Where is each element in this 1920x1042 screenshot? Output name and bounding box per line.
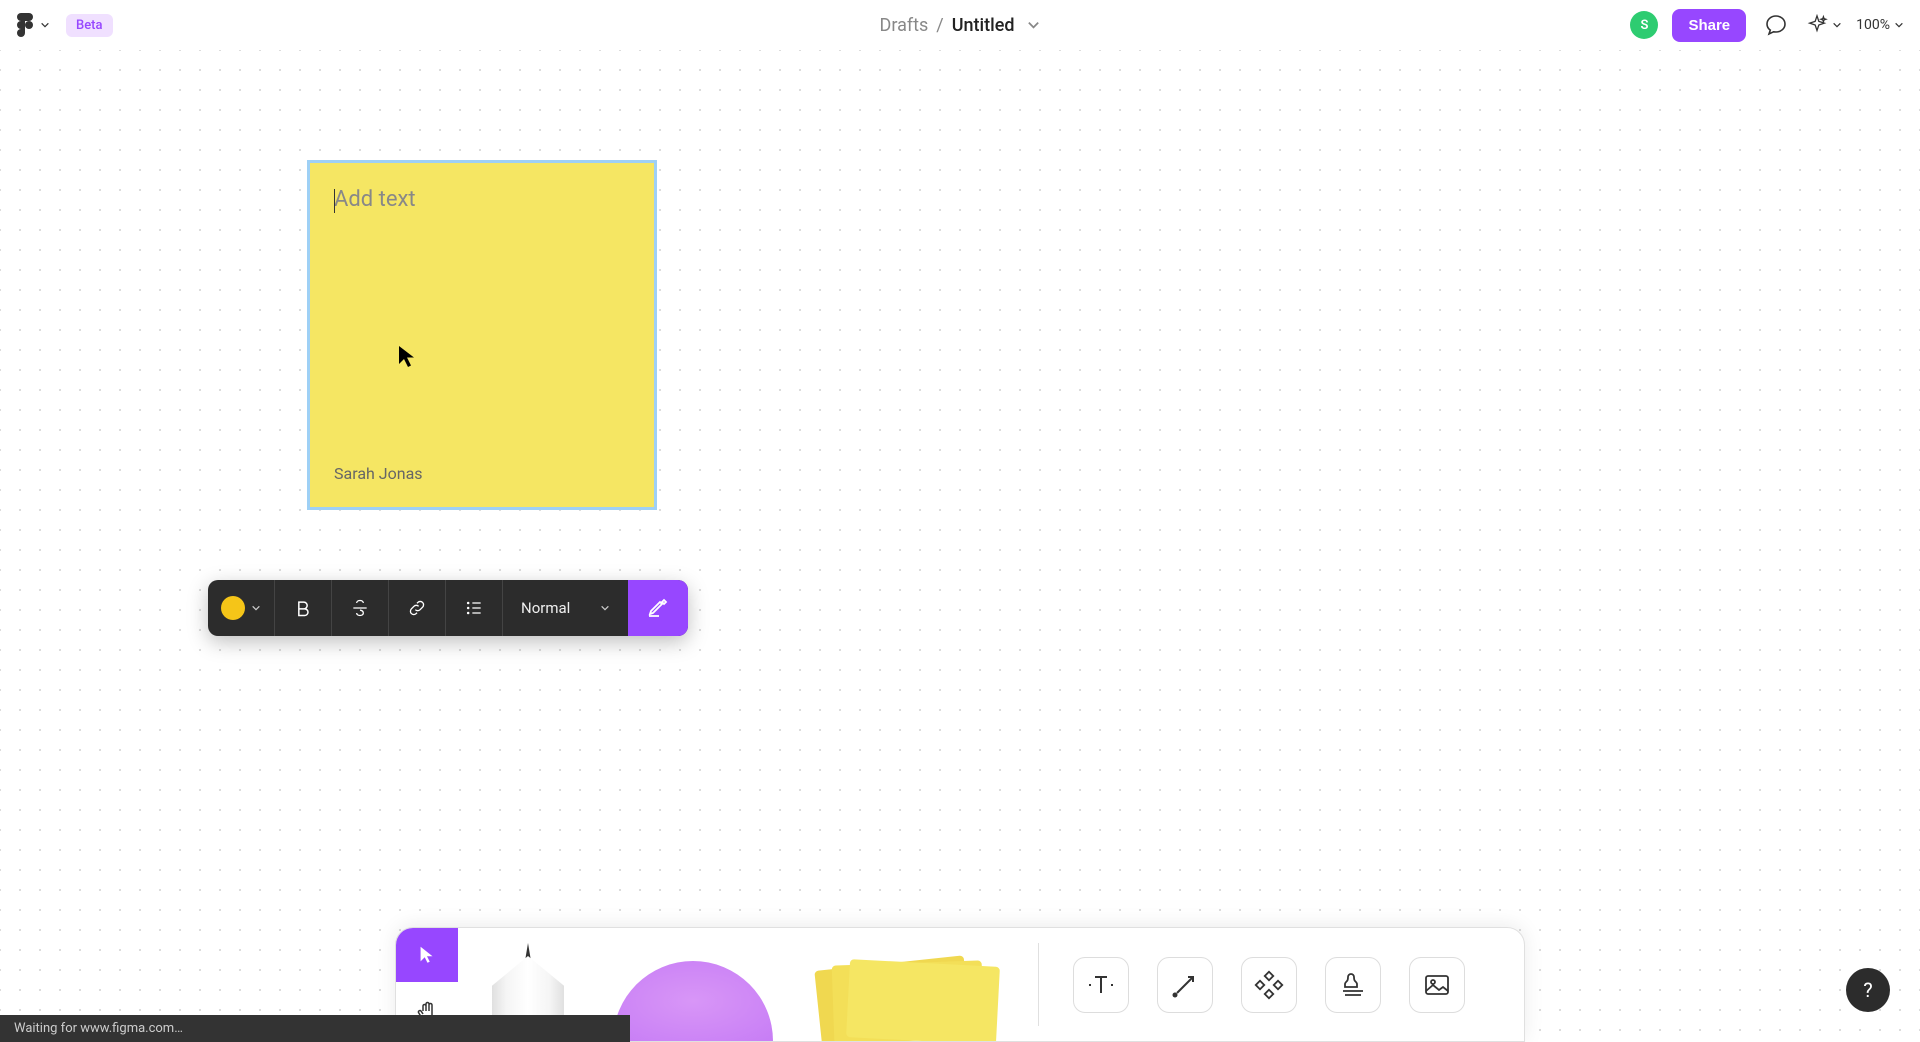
chevron-down-icon [600, 603, 610, 613]
shapes-icon [1253, 969, 1285, 1001]
stamp-icon [1337, 969, 1369, 1001]
breadcrumb-parent[interactable]: Drafts [880, 15, 929, 36]
select-tool-button[interactable] [396, 928, 458, 982]
comments-button[interactable] [1760, 9, 1792, 41]
strikethrough-button[interactable] [332, 580, 388, 636]
bold-button[interactable] [275, 580, 331, 636]
chevron-down-icon [1894, 20, 1904, 30]
marker-icon [613, 961, 773, 1041]
list-icon [464, 598, 484, 618]
breadcrumb-separator: / [936, 15, 943, 36]
text-icon [1085, 969, 1117, 1001]
main-menu-button[interactable] [16, 13, 50, 37]
connector-icon [1169, 969, 1201, 1001]
chevron-down-icon [251, 603, 261, 613]
stamp-tool-button[interactable] [1325, 957, 1381, 1013]
sticky-note[interactable]: Add text Sarah Jonas [307, 160, 657, 510]
status-message: Waiting for www.figma.com… [14, 1021, 183, 1036]
avatar[interactable]: S [1630, 11, 1658, 39]
highlighter-icon [646, 596, 670, 620]
strikethrough-icon [350, 598, 370, 618]
header-right: S Share 100% [1630, 9, 1904, 42]
ai-tools-button[interactable] [1806, 14, 1842, 36]
link-button[interactable] [389, 580, 445, 636]
text-formatting-toolbar: Normal [208, 580, 688, 636]
zoom-control[interactable]: 100% [1856, 17, 1904, 33]
dock-insert-tools [1039, 928, 1499, 1041]
sticky-note-tool-button[interactable] [818, 951, 1008, 1041]
figma-logo-icon [16, 13, 34, 37]
bold-icon [293, 598, 313, 618]
beta-badge: Beta [66, 14, 113, 37]
list-button[interactable] [446, 580, 502, 636]
connector-tool-button[interactable] [1157, 957, 1213, 1013]
breadcrumb: Drafts / Untitled [880, 15, 1041, 36]
color-picker-button[interactable] [208, 580, 274, 636]
text-tool-button[interactable] [1073, 957, 1129, 1013]
chevron-down-icon[interactable] [1026, 18, 1040, 32]
link-icon [407, 598, 427, 618]
font-weight-select[interactable]: Normal [503, 580, 628, 636]
shapes-tool-button[interactable] [1241, 957, 1297, 1013]
sticky-stack-icon [818, 959, 973, 1041]
image-tool-button[interactable] [1409, 957, 1465, 1013]
help-button[interactable]: ? [1846, 968, 1890, 1012]
sparkle-icon [1806, 14, 1828, 36]
app-header: Beta Drafts / Untitled S Share 100% [0, 0, 1920, 50]
zoom-value: 100% [1856, 17, 1890, 33]
cursor-icon [416, 944, 438, 966]
sticky-text-input[interactable]: Add text [334, 187, 630, 212]
chevron-down-icon [1832, 20, 1842, 30]
status-bar: Waiting for www.figma.com… [0, 1015, 630, 1042]
cursor-icon [398, 345, 418, 369]
share-button[interactable]: Share [1672, 9, 1746, 42]
breadcrumb-title[interactable]: Untitled [952, 15, 1015, 36]
highlight-button[interactable] [628, 580, 688, 636]
chevron-down-icon [40, 20, 50, 30]
image-icon [1421, 969, 1453, 1001]
header-left: Beta [16, 13, 113, 37]
canvas[interactable]: Add text Sarah Jonas [0, 50, 1920, 1042]
sticky-author: Sarah Jonas [334, 464, 630, 483]
marker-tool-button[interactable] [608, 951, 778, 1041]
color-swatch-icon [221, 596, 245, 620]
comment-icon [1764, 13, 1788, 37]
font-weight-label: Normal [521, 599, 570, 617]
